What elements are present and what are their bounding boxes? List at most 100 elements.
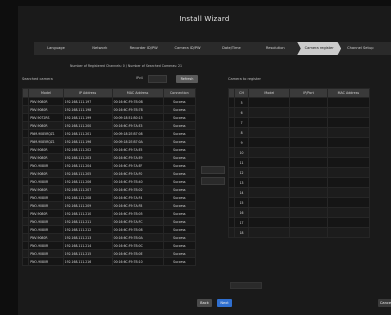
next-button[interactable]: Next: [217, 299, 232, 307]
model-cell: PNO-9080R: [28, 161, 64, 170]
model-cell: PNO-9080R: [28, 217, 64, 226]
table-row[interactable]: PNO-9080R 192.168.111.206 00:16:6C:F9:7B:4…: [21, 177, 197, 186]
channel-number: 12: [233, 167, 250, 178]
channel-number: 13: [233, 177, 250, 188]
channel-row[interactable]: 5: [228, 97, 371, 108]
table-row[interactable]: PNV-9072RS 192.168.111.199 00:09:18:51:B0:…: [21, 113, 197, 122]
model-cell: PNV-9080R: [28, 185, 64, 194]
mac-cell: 00:16:6C:F9:7B:05: [111, 209, 164, 218]
table-row[interactable]: PNO-9080R 192.168.111.204 00:16:6C:F9:7A:E…: [21, 161, 197, 170]
empty-cell: [289, 137, 328, 148]
mac-cell: 00:16:6C:F9:7A:EF: [111, 161, 164, 170]
table-row[interactable]: PNV-9080R 192.168.111.203 00:16:6C:F9:7A:E…: [21, 153, 197, 162]
table-row[interactable]: PNV-9080R 192.168.111.207 00:16:6C:F9:7B:0…: [21, 185, 197, 194]
channel-row[interactable]: 9: [228, 137, 371, 148]
empty-cell: [326, 117, 371, 128]
table-row[interactable]: PNV-9080R 192.168.111.197 00:16:6C:F9:7B:0…: [21, 97, 197, 106]
column-header: Model: [248, 88, 291, 98]
channel-number: 6: [233, 107, 250, 118]
channel-row[interactable]: 13: [228, 177, 371, 188]
channel-row[interactable]: 7: [228, 117, 371, 128]
model-cell: PNO-9080R: [28, 225, 64, 234]
pager-control[interactable]: [230, 282, 262, 289]
empty-cell: [248, 207, 291, 218]
table-row[interactable]: PNO-9080R 192.168.111.215 00:16:6C:F9:7B:0…: [21, 249, 197, 258]
connection-cell: Success: [162, 113, 197, 122]
table-row[interactable]: PNO-9080R 192.168.111.209 00:16:6C:F9:7A:F…: [21, 201, 197, 210]
table-row[interactable]: PNV-9080R 192.168.111.213 00:16:6C:F9:7B:0…: [21, 233, 197, 242]
connection-cell: Success: [162, 169, 197, 178]
channel-row[interactable]: 12: [228, 167, 371, 178]
connection-cell: Success: [162, 225, 197, 234]
empty-cell: [289, 97, 328, 108]
add-camera-button[interactable]: [201, 166, 225, 174]
table-row[interactable]: PNV-9080R 192.168.111.198 00:16:6C:F9:7B:7…: [21, 105, 197, 114]
connection-cell: Success: [162, 217, 197, 226]
model-cell: PNV-9080R: [28, 105, 64, 114]
searched-camera-label: Searched camera: [22, 77, 53, 81]
column-header: Model: [28, 88, 64, 98]
channel-row[interactable]: 16: [228, 207, 371, 218]
table-row[interactable]: PNO-9080R 192.168.111.208 00:16:6C:F9:7A:F…: [21, 193, 197, 202]
empty-cell: [248, 127, 291, 138]
table-row[interactable]: PNV-9080R 192.168.111.200 00:16:6C:F9:7A:E…: [21, 121, 197, 130]
empty-cell: [289, 107, 328, 118]
empty-cell: [326, 217, 371, 228]
channel-row[interactable]: 6: [228, 107, 371, 118]
empty-cell: [326, 177, 371, 188]
table-row[interactable]: PNV-9080R 192.168.111.202 00:16:6C:F9:7A:E…: [21, 145, 197, 154]
ip-cell: 192.168.111.213: [62, 233, 113, 242]
channel-row[interactable]: 15: [228, 197, 371, 208]
empty-cell: [289, 217, 328, 228]
ip-filter-select[interactable]: [148, 75, 167, 83]
model-cell: PNV-9080R: [28, 145, 64, 154]
connection-cell: Success: [162, 145, 197, 154]
table-row[interactable]: PNV-9080R 192.168.111.210 00:16:6C:F9:7B:0…: [21, 209, 197, 218]
back-button[interactable]: Back: [197, 299, 212, 307]
empty-cell: [289, 117, 328, 128]
table-row[interactable]: PNO-9080R 192.168.111.212 00:16:6C:F9:7B:0…: [21, 225, 197, 234]
ip-cell: 192.168.111.206: [62, 177, 113, 186]
model-cell: PNV-9080R: [28, 233, 64, 242]
mac-cell: 00:16:6C:F9:7B:10: [111, 257, 164, 266]
ip-cell: 192.168.111.198: [62, 105, 113, 114]
ip-filter-label: IPv4: [136, 76, 143, 80]
model-cell: PNV-9080R: [28, 169, 64, 178]
channel-row[interactable]: 10: [228, 147, 371, 158]
model-cell: PNM-9085RQZ1: [28, 137, 64, 146]
table-row[interactable]: PNV-9080R 192.168.111.205 00:16:6C:F9:7A:F…: [21, 169, 197, 178]
channel-row[interactable]: 11: [228, 157, 371, 168]
wizard-step: Resolution: [265, 46, 285, 50]
ip-cell: 192.168.111.209: [62, 201, 113, 210]
empty-cell: [248, 177, 291, 188]
table-row[interactable]: PNM-9085RQZ1 192.168.111.196 00:09:18:2E:B…: [21, 137, 197, 146]
table-row[interactable]: PNO-9080R 192.168.111.216 00:16:6C:F9:7B:1…: [21, 257, 197, 266]
model-cell: PNM-9085RQZ1: [28, 129, 64, 138]
model-cell: PNV-9080R: [28, 153, 64, 162]
empty-cell: [289, 127, 328, 138]
channel-number: 10: [233, 147, 250, 158]
cancel-button[interactable]: Cancel: [378, 299, 391, 307]
table-row[interactable]: PNO-9080R 192.168.111.214 00:16:6C:F9:7B:0…: [21, 241, 197, 250]
remove-camera-button[interactable]: [201, 177, 225, 185]
channel-row[interactable]: 18: [228, 227, 371, 238]
channel-row[interactable]: 14: [228, 187, 371, 198]
empty-cell: [326, 147, 371, 158]
install-wizard-window: Install Wizard Language Network Recorder I…: [18, 6, 391, 315]
channel-row[interactable]: 8: [228, 127, 371, 138]
table-row[interactable]: PNO-9080R 192.168.111.211 00:16:6C:F9:7A:F…: [21, 217, 197, 226]
empty-cell: [248, 217, 291, 228]
mac-cell: 00:16:6C:F9:7B:0E: [111, 249, 164, 258]
ip-cell: 192.168.111.205: [62, 169, 113, 178]
column-header: MAC Address: [111, 88, 164, 98]
model-cell: PNO-9080R: [28, 193, 64, 202]
connection-cell: Success: [162, 137, 197, 146]
table-row[interactable]: PNM-9085RQZ1 192.168.111.201 00:09:18:2E:B…: [21, 129, 197, 138]
ip-cell: 192.168.111.211: [62, 217, 113, 226]
ip-cell: 192.168.111.214: [62, 241, 113, 250]
wizard-step: Camera register: [297, 42, 342, 55]
channel-row[interactable]: 17: [228, 217, 371, 228]
empty-cell: [289, 177, 328, 188]
empty-cell: [326, 127, 371, 138]
refresh-button[interactable]: Refresh: [176, 75, 198, 83]
